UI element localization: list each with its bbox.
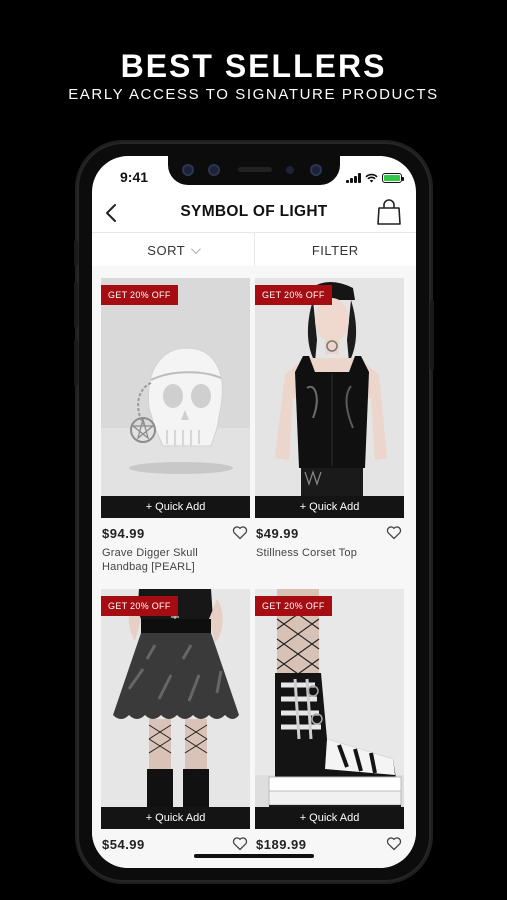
phone-side-button xyxy=(74,240,78,266)
heart-icon[interactable] xyxy=(232,836,248,851)
quick-add-button[interactable]: + Quick Add xyxy=(255,807,404,829)
app-header: SYMBOL OF LIGHT xyxy=(92,194,416,232)
camera-icon xyxy=(182,164,194,176)
platform-boots-image xyxy=(255,589,404,829)
sensor-icon xyxy=(208,164,220,176)
product-price: $49.99 xyxy=(256,526,299,541)
discount-badge: GET 20% OFF xyxy=(255,596,332,616)
phone-side-button xyxy=(74,282,78,328)
sensor-dot xyxy=(286,166,294,174)
product-price: $94.99 xyxy=(102,526,145,541)
discount-badge: GET 20% OFF xyxy=(101,285,178,305)
status-time: 9:41 xyxy=(120,169,149,185)
wifi-icon xyxy=(365,173,378,183)
filter-label: FILTER xyxy=(311,242,359,258)
product-price: $54.99 xyxy=(102,837,145,852)
product-price: $189.99 xyxy=(256,837,307,852)
product-card[interactable]: GET 20% OFF + Quick Add $94.99 Grave Dig… xyxy=(101,278,250,578)
page-title: SYMBOL OF LIGHT xyxy=(180,203,328,220)
product-image[interactable]: GET 20% OFF + Quick Add xyxy=(101,278,250,518)
discount-badge: GET 20% OFF xyxy=(255,285,332,305)
signal-icon xyxy=(346,173,361,183)
sort-filter-bar: SORT FILTER xyxy=(92,232,416,268)
corset-top-image xyxy=(255,278,404,518)
notch xyxy=(168,156,340,185)
skirt-image xyxy=(101,589,250,829)
heart-icon[interactable] xyxy=(386,525,402,540)
phone-screen: 9:41 SYMBOL OF LIGHT SORT FILTER GET 20%… xyxy=(92,156,416,868)
home-indicator[interactable] xyxy=(194,854,314,858)
sort-button[interactable]: SORT xyxy=(92,233,254,267)
chevron-down-icon xyxy=(191,243,202,254)
skull-handbag-image xyxy=(101,278,250,518)
status-icons xyxy=(346,172,404,184)
product-image[interactable]: GET 20% OFF + Quick Add xyxy=(255,278,404,518)
product-card[interactable]: GET 20% OFF + Quick Add $189.99 xyxy=(255,589,404,868)
discount-badge: GET 20% OFF xyxy=(101,596,178,616)
product-image[interactable]: GET 20% OFF + Quick Add xyxy=(101,589,250,829)
shopping-bag-icon[interactable] xyxy=(376,198,402,226)
front-camera-icon xyxy=(310,164,322,176)
promo-title: BEST SELLERS xyxy=(120,48,387,84)
quick-add-button[interactable]: + Quick Add xyxy=(255,496,404,518)
battery-icon xyxy=(382,173,404,183)
speaker-grille xyxy=(238,167,272,172)
product-grid: GET 20% OFF + Quick Add $94.99 Grave Dig… xyxy=(92,266,416,868)
heart-icon[interactable] xyxy=(232,525,248,540)
phone-side-button xyxy=(74,340,78,386)
product-name[interactable]: Stillness Corset Top xyxy=(256,546,376,560)
quick-add-button[interactable]: + Quick Add xyxy=(101,496,250,518)
sort-label: SORT xyxy=(147,242,186,258)
quick-add-button[interactable]: + Quick Add xyxy=(101,807,250,829)
promo-subtitle: EARLY ACCESS TO SIGNATURE PRODUCTS xyxy=(68,86,439,103)
product-image[interactable]: GET 20% OFF + Quick Add xyxy=(255,589,404,829)
product-card[interactable]: GET 20% OFF + Quick Add $54.99 xyxy=(101,589,250,868)
product-name[interactable]: Grave Digger Skull Handbag [PEARL] xyxy=(102,546,222,574)
filter-button[interactable]: FILTER xyxy=(253,233,417,267)
phone-side-button xyxy=(430,300,434,370)
heart-icon[interactable] xyxy=(386,836,402,851)
product-card[interactable]: GET 20% OFF + Quick Add $49.99 Stillness… xyxy=(255,278,404,578)
